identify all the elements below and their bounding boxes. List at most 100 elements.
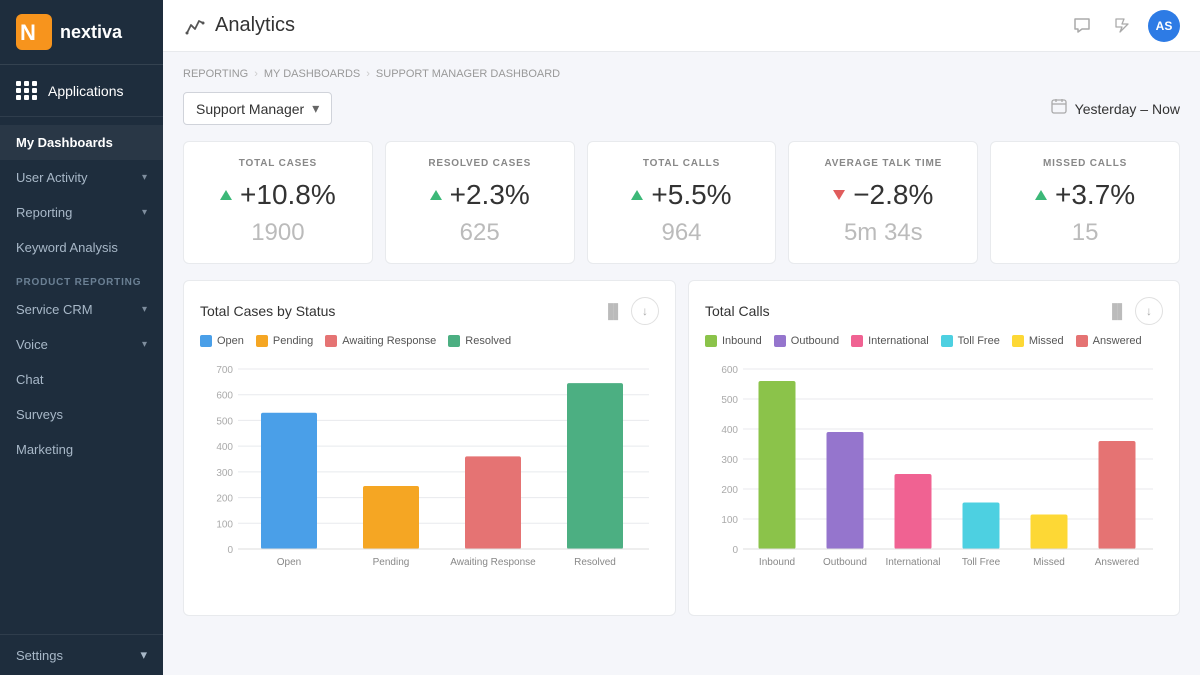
legend-color-open <box>200 335 212 347</box>
flag-icon-button[interactable] <box>1108 12 1136 40</box>
sidebar-item-user-activity[interactable]: User Activity ▾ <box>0 160 163 195</box>
metric-card-total-cases: TOTAL CASES +10.8% 1900 <box>183 141 373 264</box>
sidebar-item-service-crm[interactable]: Service CRM ▾ <box>0 292 163 327</box>
svg-text:500: 500 <box>216 416 233 427</box>
chart-legend-cases: Open Pending Awaiting Response Resolved <box>200 335 659 347</box>
calendar-icon <box>1051 98 1067 119</box>
metric-change: −2.8% <box>853 179 933 211</box>
sidebar-item-keyword-analysis[interactable]: Keyword Analysis <box>0 230 163 265</box>
svg-text:100: 100 <box>721 515 738 526</box>
download-button-cases[interactable]: ↓ <box>631 297 659 325</box>
dashboard-header: Support Manager ▾ Yesterday – Now <box>183 92 1180 125</box>
svg-text:100: 100 <box>216 519 233 530</box>
svg-text:0: 0 <box>227 545 233 556</box>
metric-label: TOTAL CALLS <box>604 158 760 169</box>
sidebar-item-surveys[interactable]: Surveys <box>0 397 163 432</box>
sidebar-item-marketing[interactable]: Marketing <box>0 432 163 467</box>
svg-text:500: 500 <box>721 395 738 406</box>
svg-text:300: 300 <box>216 468 233 479</box>
trend-up-icon <box>631 190 643 200</box>
content-area: REPORTING › MY DASHBOARDS › SUPPORT MANA… <box>163 52 1200 675</box>
main-content: Analytics AS REPORTING › MY DASHBOARDS ›… <box>163 0 1200 675</box>
legend-color-awaiting <box>325 335 337 347</box>
bar-chart-calls: 6005004003002001000InboundOutboundIntern… <box>705 359 1163 599</box>
legend-outbound: Outbound <box>774 335 839 347</box>
page-title: Analytics <box>215 14 295 37</box>
apps-grid-icon <box>16 81 38 100</box>
bar-chart-cases: 7006005004003002001000OpenPendingAwaitin… <box>200 359 659 599</box>
analytics-icon <box>183 15 205 37</box>
legend-pending: Pending <box>256 335 313 347</box>
legend-color-toll-free <box>941 335 953 347</box>
product-reporting-section-label: PRODUCT REPORTING <box>0 265 163 292</box>
legend-color-outbound <box>774 335 786 347</box>
metric-label: TOTAL CASES <box>200 158 356 169</box>
breadcrumb: REPORTING › MY DASHBOARDS › SUPPORT MANA… <box>183 68 1180 80</box>
svg-text:200: 200 <box>216 494 233 505</box>
chevron-down-icon: ▾ <box>140 647 147 663</box>
legend-color-resolved <box>448 335 460 347</box>
svg-text:200: 200 <box>721 485 738 496</box>
dashboard-select[interactable]: Support Manager ▾ <box>183 92 332 125</box>
svg-text:600: 600 <box>216 391 233 402</box>
user-avatar[interactable]: AS <box>1148 10 1180 42</box>
metric-card-total-calls: TOTAL CALLS +5.5% 964 <box>587 141 777 264</box>
trend-down-icon <box>833 190 845 200</box>
bar-chart-icon: ▐▌ <box>1107 303 1127 319</box>
topbar: Analytics AS <box>163 0 1200 52</box>
sidebar-item-my-dashboards[interactable]: My Dashboards <box>0 125 163 160</box>
svg-text:Open: Open <box>277 557 301 568</box>
applications-nav[interactable]: Applications <box>0 65 163 117</box>
logo: N nextiva <box>0 0 163 65</box>
sidebar-item-reporting[interactable]: Reporting ▾ <box>0 195 163 230</box>
sidebar-item-voice[interactable]: Voice ▾ <box>0 327 163 362</box>
svg-text:300: 300 <box>721 455 738 466</box>
legend-open: Open <box>200 335 244 347</box>
breadcrumb-reporting[interactable]: REPORTING <box>183 68 248 80</box>
svg-text:Inbound: Inbound <box>759 557 795 568</box>
legend-color-international <box>851 335 863 347</box>
metric-change: +5.5% <box>651 179 731 211</box>
dropdown-arrow-icon: ▾ <box>312 100 319 117</box>
chat-icon-button[interactable] <box>1068 12 1096 40</box>
chart-card-calls: Total Calls ▐▌ ↓ Inbound Outbound <box>688 280 1180 616</box>
metric-absolute-value: 1900 <box>200 219 356 247</box>
svg-text:Outbound: Outbound <box>823 557 867 568</box>
legend-answered: Answered <box>1076 335 1142 347</box>
bar-chart-icon: ▐▌ <box>603 303 623 319</box>
sidebar-item-chat[interactable]: Chat <box>0 362 163 397</box>
trend-up-icon <box>430 190 442 200</box>
legend-color-answered <box>1076 335 1088 347</box>
download-button-calls[interactable]: ↓ <box>1135 297 1163 325</box>
metric-absolute-value: 964 <box>604 219 760 247</box>
legend-toll-free: Toll Free <box>941 335 1000 347</box>
date-range-selector[interactable]: Yesterday – Now <box>1051 98 1180 119</box>
legend-color-inbound <box>705 335 717 347</box>
metric-absolute-value: 15 <box>1007 219 1163 247</box>
legend-international: International <box>851 335 929 347</box>
metric-absolute-value: 5m 34s <box>805 219 961 247</box>
chart-card-cases: Total Cases by Status ▐▌ ↓ Open Pending <box>183 280 676 616</box>
metric-label: AVERAGE TALK TIME <box>805 158 961 169</box>
metric-label: RESOLVED CASES <box>402 158 558 169</box>
trend-up-icon <box>1035 190 1047 200</box>
svg-text:600: 600 <box>721 365 738 376</box>
logo-text: nextiva <box>60 22 122 43</box>
svg-text:N: N <box>20 20 36 45</box>
breadcrumb-support-manager[interactable]: SUPPORT MANAGER DASHBOARD <box>376 68 560 80</box>
breadcrumb-my-dashboards[interactable]: MY DASHBOARDS <box>264 68 360 80</box>
legend-resolved: Resolved <box>448 335 511 347</box>
metric-change: +2.3% <box>450 179 530 211</box>
svg-text:International: International <box>885 557 940 568</box>
dashboard-select-label: Support Manager <box>196 101 304 117</box>
charts-row: Total Cases by Status ▐▌ ↓ Open Pending <box>183 280 1180 616</box>
svg-text:Missed: Missed <box>1033 557 1065 568</box>
legend-color-missed <box>1012 335 1024 347</box>
svg-text:Awaiting Response: Awaiting Response <box>450 557 536 568</box>
settings-nav[interactable]: Settings ▾ <box>0 634 163 675</box>
chevron-down-icon: ▾ <box>142 339 147 350</box>
svg-text:Toll Free: Toll Free <box>962 557 1001 568</box>
chart-title-cases: Total Cases by Status <box>200 303 335 319</box>
legend-inbound: Inbound <box>705 335 762 347</box>
metric-change: +10.8% <box>240 179 336 211</box>
